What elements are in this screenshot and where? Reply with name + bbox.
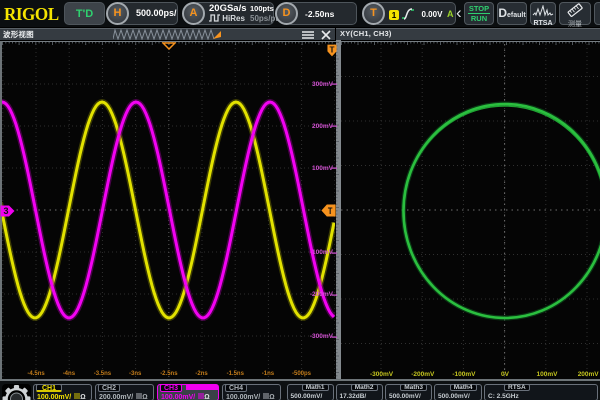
svg-text:3: 3 xyxy=(3,206,8,216)
svg-text:T: T xyxy=(330,45,335,54)
